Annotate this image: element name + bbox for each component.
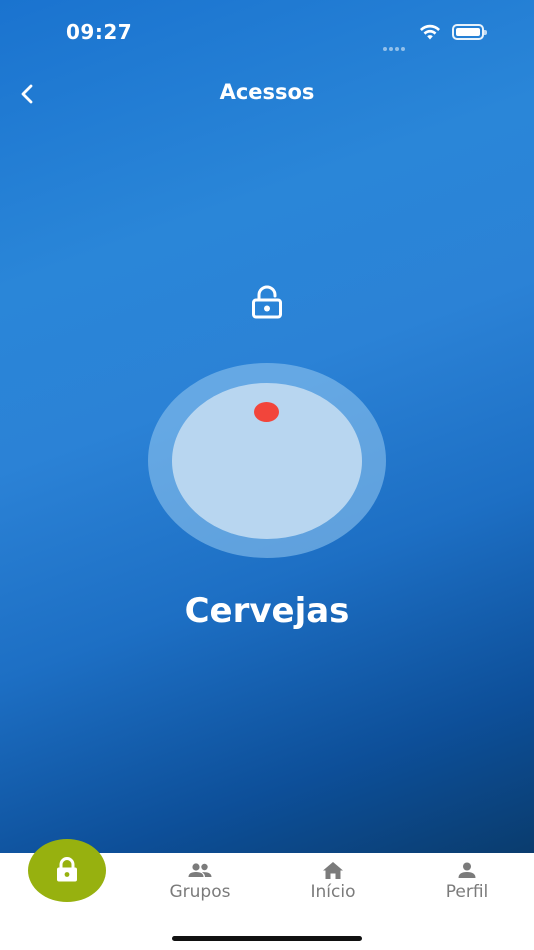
tab-inicio-label: Início (310, 882, 356, 902)
status-indicator-dot (254, 402, 279, 422)
tab-inicio[interactable]: Início (273, 861, 393, 902)
battery-icon (452, 24, 487, 40)
person-icon (458, 862, 476, 878)
lock-open-icon (252, 285, 282, 319)
device-name: Cervejas (184, 591, 350, 631)
wifi-icon (420, 24, 440, 40)
tab-perfil-label: Perfil (445, 882, 489, 902)
status-time: 09:27 (66, 20, 133, 44)
tab-perfil[interactable]: Perfil (407, 861, 527, 902)
lock-icon (57, 857, 77, 882)
app-screen: 09:27 Acessos Cervejas Grupos Início Per… (0, 0, 534, 950)
home-icon (323, 862, 343, 879)
cellular-signal-icon (383, 36, 409, 51)
tab-grupos[interactable]: Grupos (140, 861, 260, 902)
lock-fab-button[interactable] (28, 839, 106, 902)
tab-grupos-label: Grupos (169, 882, 231, 902)
group-icon (188, 863, 212, 877)
page-title: Acessos (219, 80, 315, 104)
status-bar: 09:27 (0, 0, 534, 60)
home-indicator (172, 936, 362, 941)
